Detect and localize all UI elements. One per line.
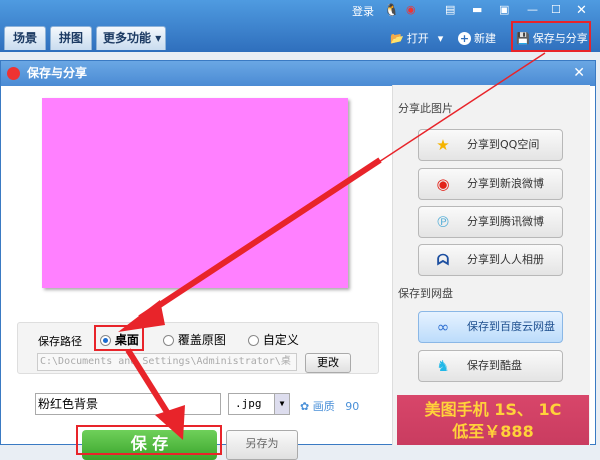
arrow-line (138, 157, 382, 321)
arrow-line (125, 348, 175, 422)
arrow-head (118, 300, 165, 332)
arrow-head (155, 405, 185, 440)
annotation-arrows (118, 52, 546, 440)
